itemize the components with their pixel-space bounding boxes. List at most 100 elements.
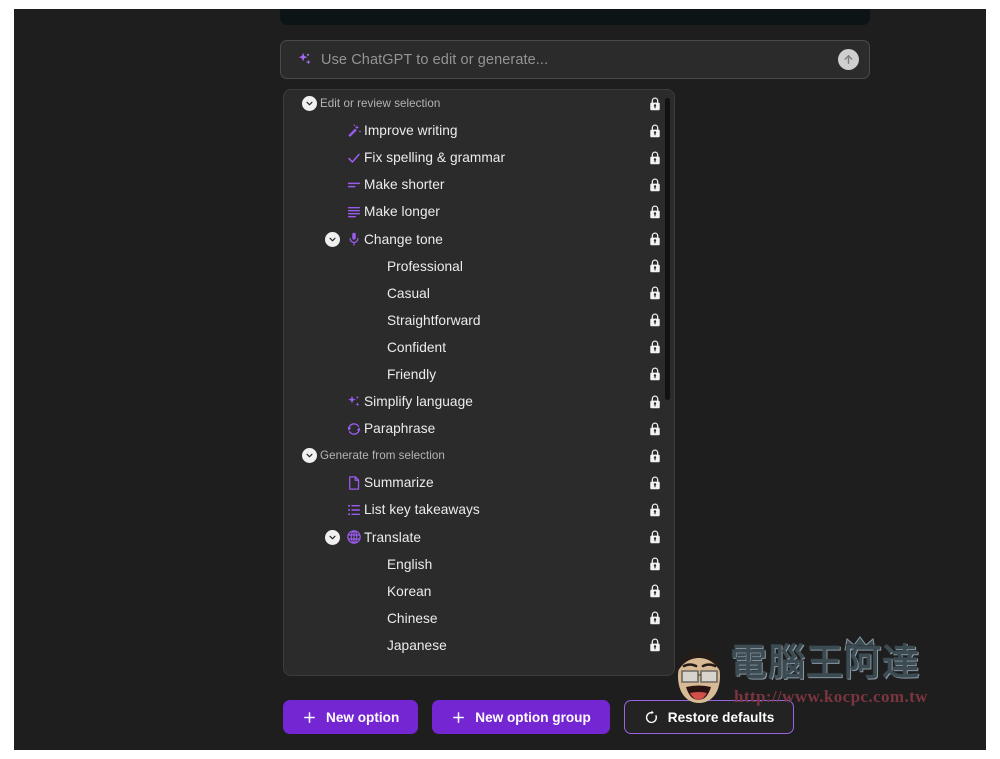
row-toggle-slot [321,201,343,223]
option-label: Fix spelling & grammar [364,150,506,166]
lock-icon[interactable] [647,474,662,491]
globe-icon [343,528,364,546]
row-toggle-slot[interactable] [321,526,343,548]
option-row[interactable]: Improve writing [284,117,674,144]
send-button[interactable] [838,49,859,70]
option-row[interactable]: Confident [284,334,674,361]
option-label: Generate from selection [320,449,445,463]
watermark-face-icon [678,650,720,703]
restore-defaults-button[interactable]: Restore defaults [623,700,795,734]
option-label: Chinese [387,610,438,626]
lock-icon[interactable] [647,203,662,220]
lock-icon[interactable] [647,122,662,139]
row-toggle-slot [344,309,366,331]
row-toggle-slot[interactable] [298,93,320,115]
option-row[interactable]: Friendly [284,361,674,388]
option-label: Simplify language [364,394,473,410]
option-row[interactable]: Make longer [284,198,674,225]
row-toggle-slot [344,282,366,304]
lock-icon[interactable] [647,610,662,627]
lock-icon[interactable] [647,529,662,546]
lock-icon[interactable] [647,556,662,573]
lock-icon[interactable] [647,312,662,329]
row-toggle-slot [321,418,343,440]
sparkles-icon [343,393,364,411]
option-label: Korean [387,583,432,599]
lock-icon[interactable] [647,149,662,166]
lock-icon[interactable] [647,501,662,518]
chevron-down-icon[interactable] [301,96,317,112]
new-option-group-label: New option group [475,709,591,725]
chatgpt-prompt-bar[interactable]: Use ChatGPT to edit or generate... [280,40,870,79]
lock-icon[interactable] [647,231,662,248]
option-label: Professional [387,258,463,274]
option-label: Improve writing [364,123,458,139]
lock-icon[interactable] [647,420,662,437]
row-toggle-slot [344,336,366,358]
lock-icon[interactable] [647,95,662,112]
options-list-card: Edit or review selection Improve writing F… [283,89,675,676]
microphone-icon [343,230,364,248]
icon-spacer [366,284,387,302]
lock-icon[interactable] [647,393,662,410]
scrollbar-thumb[interactable] [665,98,670,400]
option-row[interactable]: Simplify language [284,388,674,415]
option-label: Summarize [364,475,434,491]
row-toggle-slot[interactable] [298,445,320,467]
option-row[interactable]: List key takeaways [284,496,674,523]
icon-spacer [366,636,387,654]
option-label: English [387,556,433,572]
action-bar: New option New option group Restore defa… [283,700,795,734]
option-row[interactable]: Professional [284,253,674,280]
option-group-row[interactable]: Generate from selection [284,442,674,469]
option-row[interactable]: Korean [284,578,674,605]
lock-icon[interactable] [647,285,662,302]
option-row[interactable]: Japanese [284,632,674,659]
sparkles-icon [295,51,313,69]
scrollbar-track[interactable] [664,93,671,674]
lock-icon[interactable] [647,366,662,383]
option-row[interactable]: Summarize [284,469,674,496]
lock-icon[interactable] [647,176,662,193]
chevron-down-icon[interactable] [324,231,340,247]
new-option-button[interactable]: New option [283,700,419,734]
option-row[interactable]: Fix spelling & grammar [284,144,674,171]
prompt-input[interactable]: Use ChatGPT to edit or generate... [313,52,838,68]
top-editor-panel [280,9,870,25]
lock-icon[interactable] [647,447,662,464]
option-label: Friendly [387,366,437,382]
option-row[interactable]: Change tone [284,225,674,252]
new-option-label: New option [326,709,400,725]
row-toggle-slot [321,174,343,196]
restore-defaults-label: Restore defaults [667,709,775,725]
lock-icon[interactable] [647,339,662,356]
chevron-down-icon[interactable] [301,448,317,464]
option-row[interactable]: Paraphrase [284,415,674,442]
lock-icon[interactable] [647,637,662,654]
refresh-icon [343,420,364,438]
lengthen-icon [343,203,364,221]
option-group-row[interactable]: Edit or review selection [284,90,674,117]
app-window: Use ChatGPT to edit or generate... Edit … [14,9,986,750]
row-toggle-slot [321,391,343,413]
option-row[interactable]: Chinese [284,605,674,632]
option-label: Straightforward [387,312,481,328]
row-toggle-slot [344,580,366,602]
restore-icon [644,710,659,725]
option-label: Change tone [364,231,443,247]
icon-spacer [366,582,387,600]
option-row[interactable]: Translate [284,524,674,551]
new-option-group-button[interactable]: New option group [432,700,610,734]
option-label: Confident [387,339,447,355]
lock-icon[interactable] [647,258,662,275]
option-row[interactable]: English [284,551,674,578]
row-toggle-slot[interactable] [321,228,343,250]
row-toggle-slot [321,147,343,169]
chevron-down-icon[interactable] [324,529,340,545]
option-row[interactable]: Straightforward [284,307,674,334]
options-scroll-region[interactable]: Edit or review selection Improve writing F… [284,90,674,675]
option-row[interactable]: Make shorter [284,171,674,198]
lock-icon[interactable] [647,583,662,600]
option-row[interactable]: Casual [284,280,674,307]
arrow-up-icon [844,55,853,64]
